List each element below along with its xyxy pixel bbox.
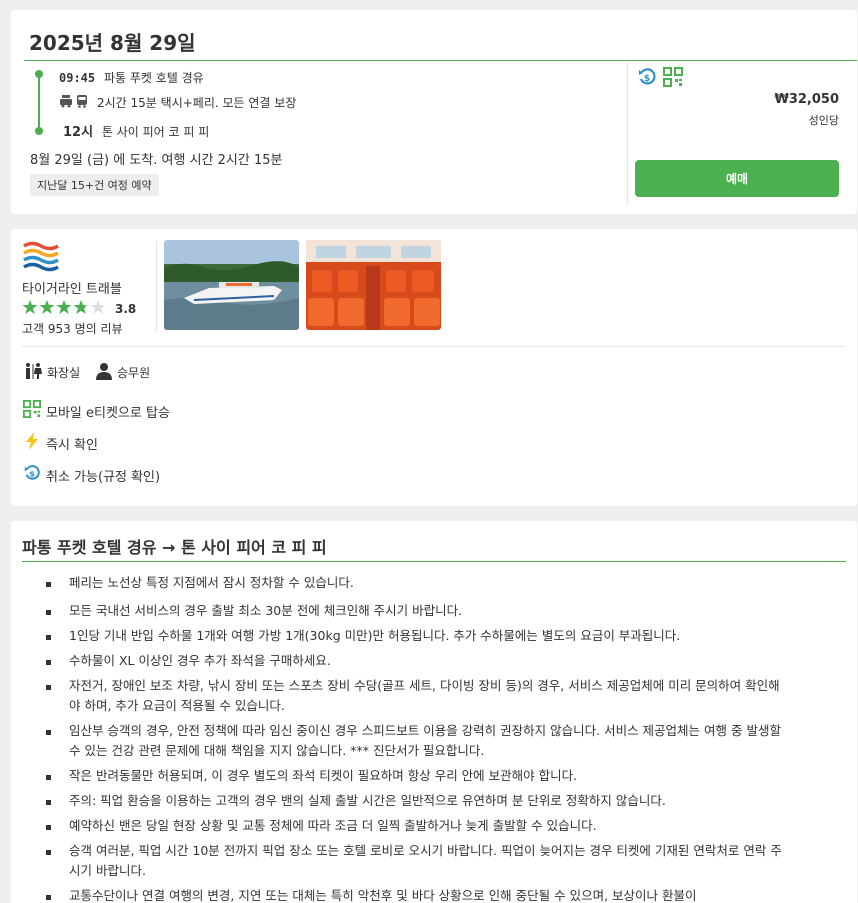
route-notes-list: 페리는 노선상 특정 지점에서 잠시 정차할 수 있습니다. 모든 국내선 서비… bbox=[46, 573, 784, 903]
popularity-badge: 지난달 15+건 여정 예약 bbox=[30, 174, 159, 196]
title-divider bbox=[24, 60, 857, 61]
refund-icon: $ bbox=[23, 464, 41, 486]
trip-date-title: 2025년 8월 29일 bbox=[29, 31, 196, 55]
section-divider bbox=[22, 346, 846, 347]
lightning-icon bbox=[23, 432, 41, 454]
list-item: 1인당 기내 반입 수하물 1개와 여행 가방 1개(30kg 미만)만 허용됩… bbox=[46, 626, 784, 646]
boat-interior-photo[interactable] bbox=[306, 240, 441, 330]
svg-text:$: $ bbox=[29, 469, 35, 479]
price-unit: 성인당 bbox=[808, 114, 839, 127]
timeline-start-dot bbox=[35, 70, 43, 78]
bus-icon bbox=[75, 94, 89, 111]
list-item: 모든 국내선 서비스의 경우 출발 최소 30분 전에 체크인해 주시기 바랍니… bbox=[46, 601, 784, 621]
amenity-label: 화장실 bbox=[47, 366, 81, 380]
transport-description: 2시간 15분 택시+페리. 모든 연결 보장 bbox=[97, 96, 297, 110]
ticket-price: ₩32,050 bbox=[774, 92, 839, 107]
book-button[interactable]: 예매 bbox=[635, 160, 839, 197]
feature-label: 즉시 확인 bbox=[46, 437, 98, 453]
refund-icon[interactable]: $ bbox=[637, 67, 657, 91]
arrival-summary: 8월 29일 (금) 에 도착. 여행 시간 2시간 15분 bbox=[30, 153, 283, 168]
amenity-label: 승무원 bbox=[117, 366, 151, 380]
star-empty-icon bbox=[90, 299, 106, 319]
list-item: 교통수단이나 연결 여행의 변경, 지연 또는 대체는 특히 악천후 및 바다 … bbox=[46, 886, 784, 903]
route-info-card: 파통 푸켓 호텔 경유 → 톤 사이 피어 코 피 피 페리는 노선상 특정 지… bbox=[11, 521, 857, 903]
operator-name: 타이거라인 트래블 bbox=[22, 282, 122, 297]
list-item: 임산부 승객의 경우, 안전 정책에 따라 임신 중이신 경우 스피드보트 이용… bbox=[46, 721, 784, 761]
list-item: 주의: 픽업 환승을 이용하는 고객의 경우 밴의 실제 출발 시간은 일반적으… bbox=[46, 791, 784, 811]
route-title-divider bbox=[22, 561, 846, 562]
list-item: 페리는 노선상 특정 지점에서 잠시 정차할 수 있습니다. bbox=[46, 573, 784, 593]
restroom-icon bbox=[23, 362, 43, 383]
amenity-restroom: 화장실 bbox=[23, 362, 80, 383]
star-icon bbox=[73, 299, 89, 319]
taxi-icon bbox=[59, 94, 73, 111]
feature-label: 모바일 e티켓으로 탑승 bbox=[46, 405, 170, 421]
route-title: 파통 푸켓 호텔 경유 → 톤 사이 피어 코 피 피 bbox=[22, 538, 327, 557]
arrival-time: 12시 bbox=[63, 125, 94, 140]
svg-text:$: $ bbox=[644, 74, 650, 84]
departure-row: 09:45 파통 푸켓 호텔 경유 bbox=[59, 69, 204, 86]
crew-icon bbox=[95, 362, 113, 383]
star-icon bbox=[39, 299, 55, 319]
list-item: 수하물이 XL 이상인 경우 추가 좌석을 구매하세요. bbox=[46, 651, 784, 671]
operator-rating: 3.8 bbox=[22, 299, 136, 319]
timeline-end-dot bbox=[35, 127, 43, 135]
arrival-place: 톤 사이 피어 코 피 피 bbox=[101, 125, 210, 139]
departure-place: 파통 푸켓 호텔 경유 bbox=[103, 71, 204, 85]
operator-card: 타이거라인 트래블 3.8 고객 953 명의 리뷰 화장실 승무원 모바일 e… bbox=[11, 229, 857, 506]
boat-photo[interactable] bbox=[164, 240, 299, 330]
operator-logo bbox=[22, 241, 60, 277]
list-item: 자전거, 장애인 보조 차량, 낚시 장비 또는 스포츠 장비 수당(골프 세트… bbox=[46, 676, 784, 716]
list-item: 작은 반려동물만 허용되며, 이 경우 별도의 좌석 티켓이 필요하며 항상 우… bbox=[46, 766, 784, 786]
list-item: 예약하신 밴은 당일 현장 상황 및 교통 정체에 따라 조금 더 일찍 출발하… bbox=[46, 816, 784, 836]
arrival-row: 12시 톤 사이 피어 코 피 피 bbox=[63, 121, 209, 140]
feature-label: 취소 가능(규정 확인) bbox=[46, 469, 161, 485]
star-icon bbox=[56, 299, 72, 319]
rating-value: 3.8 bbox=[115, 302, 137, 316]
star-icon bbox=[22, 299, 38, 319]
amenity-crew: 승무원 bbox=[95, 362, 150, 383]
timeline-line bbox=[38, 74, 40, 130]
price-divider bbox=[627, 62, 628, 204]
ticket-info-icons: $ bbox=[637, 67, 683, 91]
qr-code-icon bbox=[23, 400, 41, 422]
operator-divider bbox=[156, 241, 157, 331]
feature-instant-confirm: 즉시 확인 bbox=[23, 432, 98, 454]
qr-code-icon[interactable] bbox=[663, 67, 683, 91]
review-count[interactable]: 고객 953 명의 리뷰 bbox=[22, 320, 123, 337]
list-item: 승객 여러분, 픽업 시간 10분 전까지 픽업 장소 또는 호텔 로비로 오시… bbox=[46, 841, 784, 881]
transport-row: 2시간 15분 택시+페리. 모든 연결 보장 bbox=[59, 94, 296, 111]
feature-mobile-ticket: 모바일 e티켓으로 탑승 bbox=[23, 400, 170, 422]
feature-cancellable: $ 취소 가능(규정 확인) bbox=[23, 464, 160, 486]
departure-time: 09:45 bbox=[59, 71, 96, 85]
trip-card[interactable]: 2025년 8월 29일 09:45 파통 푸켓 호텔 경유 2시간 15분 택… bbox=[11, 10, 857, 214]
